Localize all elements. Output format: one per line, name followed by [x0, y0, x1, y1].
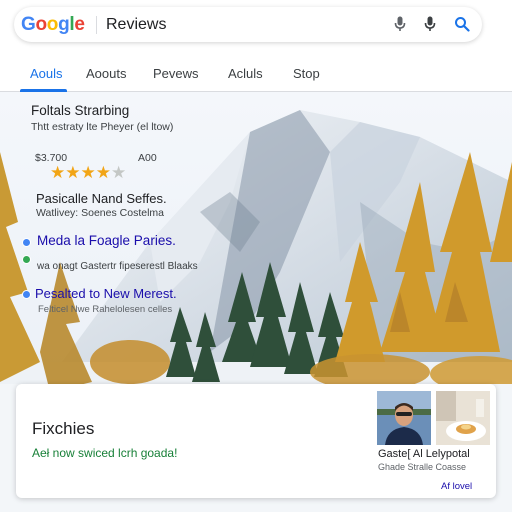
star-rating: ★★★★★: [50, 163, 126, 183]
tab-bar: Aouls Aoouts Pevews Acluls Stop: [0, 58, 512, 92]
logo-letter: e: [74, 14, 85, 35]
result-card: Fixchies Aeł now swiced lcrh goada! Gast…: [16, 384, 496, 498]
logo-letter: o: [35, 14, 47, 35]
tab-stop[interactable]: Stop: [293, 66, 320, 81]
search-divider: [96, 16, 97, 34]
voice-search-icon[interactable]: [420, 14, 440, 34]
food-thumbnail[interactable]: [436, 391, 490, 445]
tab-aoouts[interactable]: Aoouts: [86, 66, 126, 81]
card-entity-meta: Ghade Stralle Coasse: [378, 462, 467, 472]
google-logo[interactable]: Google: [21, 14, 85, 36]
result-link-subtitle: Felticel Nwe Rahelolesen celles: [38, 304, 173, 315]
star-empty-icon: ★: [111, 163, 127, 182]
star-icon: ★: [80, 163, 96, 182]
search-icon[interactable]: [452, 14, 472, 34]
header: Google Reviews Aouls Aoouts Pevews Aclul…: [0, 0, 512, 92]
person-thumbnail[interactable]: [377, 391, 431, 445]
card-title[interactable]: Fixchies: [32, 419, 94, 439]
tab-pevews[interactable]: Pevews: [153, 66, 199, 81]
tab-aouls[interactable]: Aouls: [30, 66, 63, 81]
logo-letter: o: [46, 14, 59, 35]
logo-letter: g: [58, 14, 70, 35]
result-link[interactable]: Pesalted to New Merest.: [35, 286, 177, 301]
place-title[interactable]: Pasicalle Nand Seffes.: [36, 191, 167, 206]
result-bullet-icon: [22, 290, 31, 299]
price-right: A00: [138, 152, 157, 164]
star-icon: ★: [65, 163, 81, 182]
logo-letter: G: [21, 14, 36, 35]
result-bullet-icon: [22, 238, 31, 247]
star-icon: ★: [50, 163, 66, 182]
listing-title[interactable]: Foltals Strarbing: [31, 103, 129, 118]
media-subtitle: wa onagt Gastertr fipeserestl Blaaks: [37, 261, 198, 272]
card-more-link[interactable]: Af lovel: [441, 481, 472, 492]
star-icon: ★: [95, 163, 111, 182]
place-subtitle: Watlivey: Soenes Costelma: [36, 207, 164, 219]
search-query[interactable]: Reviews: [106, 16, 166, 34]
microphone-icon[interactable]: [390, 14, 410, 34]
tab-acluls[interactable]: Acluls: [228, 66, 263, 81]
media-link[interactable]: Meda la Foagle Paries.: [37, 233, 176, 248]
result-bullet-icon: [22, 255, 31, 264]
listing-subtitle: Thtt estraty lte Pheyer (el ltow): [31, 121, 174, 133]
card-subtitle: Aeł now swiced lcrh goada!: [32, 446, 178, 460]
search-bar[interactable]: Google Reviews: [14, 7, 482, 42]
card-entity-name[interactable]: Gaste[ Al Lelypotal: [378, 448, 470, 460]
